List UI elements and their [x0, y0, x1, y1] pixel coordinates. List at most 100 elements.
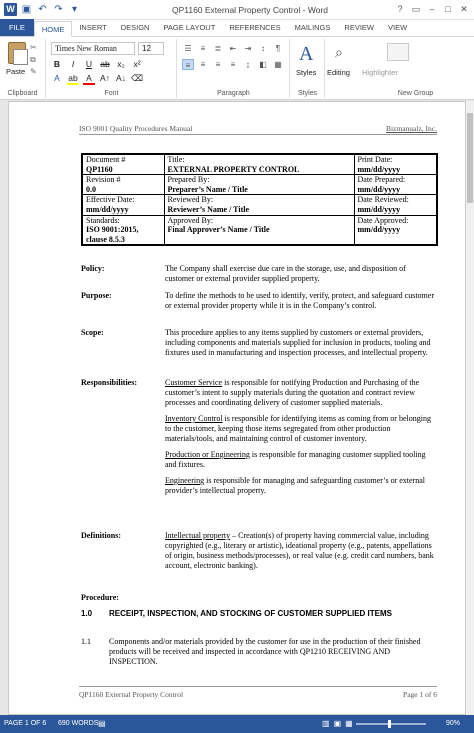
clear-formatting-icon[interactable]: ⌫	[131, 73, 143, 85]
align-center-icon[interactable]: ≡	[197, 59, 209, 70]
sort-icon[interactable]: ↕	[257, 43, 269, 54]
approved-by-value: Final Approver’s Name / Title	[167, 225, 270, 235]
tab-view[interactable]: VIEW	[381, 20, 414, 36]
approved-by-label: Approved By:	[167, 215, 214, 225]
vertical-scrollbar[interactable]	[466, 101, 474, 715]
responsibility-customer-service: Customer Service is responsible for noti…	[165, 378, 420, 407]
strikethrough-icon[interactable]: ab	[99, 59, 111, 69]
tab-home[interactable]: HOME	[33, 21, 73, 37]
footer-left: QP1160 External Property Control	[79, 690, 184, 699]
prepared-by-value: Preparer’s Name / Title	[167, 184, 248, 194]
shrink-font-icon[interactable]: A↓	[115, 73, 127, 85]
tab-design[interactable]: DESIGN	[114, 20, 157, 36]
styles-button[interactable]: Styles	[296, 68, 316, 77]
redo-icon[interactable]: ↷	[52, 3, 65, 16]
policy-label: Policy:	[81, 264, 105, 273]
web-layout-icon[interactable]: ▦	[345, 719, 353, 728]
scrollbar-thumb[interactable]	[467, 113, 473, 203]
word-count[interactable]: 690 WORDS	[58, 720, 98, 727]
bold-icon[interactable]: B	[51, 59, 63, 69]
procedure-label: Procedure:	[81, 593, 119, 602]
quick-access-toolbar: W ▣ ↶ ↷ ▾	[4, 3, 81, 16]
align-left-icon[interactable]: ≡	[182, 59, 194, 70]
font-color-icon[interactable]: A	[83, 73, 95, 85]
footer-right: Page 1 of 6	[403, 690, 437, 699]
paste-icon[interactable]	[8, 42, 28, 65]
title-label: Title:	[167, 155, 185, 164]
grow-font-icon[interactable]: A↑	[99, 73, 111, 85]
header-left: ISO 9001 Quality Procedures Manual	[79, 124, 193, 133]
customize-qat-icon[interactable]: ▾	[68, 3, 81, 16]
print-layout-icon[interactable]: ▣	[334, 719, 342, 728]
scope-label: Scope:	[81, 328, 104, 337]
header-rule	[79, 134, 437, 135]
zoom-slider[interactable]	[356, 723, 426, 725]
status-bar: PAGE 1 OF 6 690 WORDS ▤ ▥ ▣ ▦ 90%	[0, 715, 474, 733]
window-title: QP1160 External Property Control - Word	[171, 5, 329, 15]
ribbon-display-icon[interactable]: ▭	[408, 2, 424, 17]
cut-icon[interactable]: ✂	[30, 43, 37, 52]
increase-indent-icon[interactable]: ⇥	[242, 43, 254, 54]
zoom-slider-knob[interactable]	[388, 720, 391, 728]
maximize-icon[interactable]: □	[440, 2, 456, 17]
styles-group-label: Styles	[297, 90, 318, 97]
highlighter-icon[interactable]	[387, 43, 409, 61]
doc-number-label: Document #	[86, 155, 126, 164]
multilevel-list-icon[interactable]: ≣	[212, 43, 224, 54]
editing-button[interactable]: Editing	[327, 68, 350, 77]
font-size-select[interactable]: 12	[138, 42, 164, 55]
font-name-select[interactable]: Times New Roman	[51, 42, 135, 55]
tab-mailings[interactable]: MAILINGS	[288, 20, 338, 36]
bullets-icon[interactable]: ☰	[182, 43, 194, 54]
borders-icon[interactable]: ▦	[272, 59, 284, 70]
tab-insert[interactable]: INSERT	[72, 20, 113, 36]
zoom-level[interactable]: 90%	[446, 720, 460, 727]
subscript-icon[interactable]: x₂	[115, 59, 127, 69]
line-spacing-icon[interactable]: ↨	[242, 59, 254, 70]
step-1-1-text: Components and/or materials provided by …	[109, 637, 421, 666]
date-prepared-label: Date Prepared:	[357, 175, 406, 185]
proofing-icon[interactable]: ▤	[98, 719, 106, 728]
italic-icon[interactable]: I	[67, 59, 79, 69]
new-group: Highlighter New Group	[357, 39, 474, 98]
superscript-icon[interactable]: x²	[131, 59, 143, 69]
paste-button[interactable]: Paste	[6, 67, 25, 76]
align-right-icon[interactable]: ≡	[212, 59, 224, 70]
save-icon[interactable]: ▣	[20, 3, 33, 16]
tab-page-layout[interactable]: PAGE LAYOUT	[156, 20, 222, 36]
justify-icon[interactable]: ≡	[227, 59, 239, 70]
editing-group: ⌕ Editing	[326, 39, 356, 98]
styles-icon[interactable]: A	[299, 43, 313, 66]
read-mode-icon[interactable]: ▥	[322, 719, 330, 728]
tab-file[interactable]: FILE	[0, 19, 34, 36]
find-icon[interactable]: ⌕	[335, 44, 343, 61]
close-icon[interactable]: ✕	[456, 2, 472, 17]
help-icon[interactable]: ?	[392, 2, 408, 17]
document-page[interactable]: ISO 9001 Quality Procedures Manual Bizma…	[8, 101, 466, 715]
undo-icon[interactable]: ↶	[36, 3, 49, 16]
responsibility-engineering: Engineering is responsible for managing …	[165, 476, 426, 495]
page-count[interactable]: PAGE 1 OF 6	[4, 720, 46, 727]
shading-icon[interactable]: ◧	[257, 59, 269, 70]
highlight-color-icon[interactable]: ab	[67, 73, 79, 85]
text-effects-icon[interactable]: A	[51, 73, 63, 85]
standards-value: ISO 9001:2015, clause 8.5.3	[86, 225, 139, 244]
clipboard-group: Paste ✂ ⧉ ✎ Clipboard	[0, 39, 46, 98]
copy-icon[interactable]: ⧉	[30, 55, 37, 64]
document-control-table: Document # QP1160 Title: EXTERNAL PROPERTY…	[81, 153, 438, 247]
step-1-number: 1.0	[81, 609, 93, 618]
date-approved-value: mm/dd/yyyy	[357, 225, 401, 235]
purpose-label: Purpose:	[81, 291, 112, 300]
minimize-icon[interactable]: –	[424, 2, 440, 17]
tab-references[interactable]: REFERENCES	[222, 20, 287, 36]
highlighter-button[interactable]: Highlighter	[362, 68, 398, 77]
decrease-indent-icon[interactable]: ⇤	[227, 43, 239, 54]
font-group: Times New Roman 12 B I U ab x₂ x² A ab A…	[47, 39, 177, 98]
underline-icon[interactable]: U	[83, 59, 95, 69]
scope-text: This procedure applies to any items supp…	[165, 328, 431, 357]
show-marks-icon[interactable]: ¶	[272, 43, 284, 54]
definition-text: Intellectual property – Creation(s) of p…	[165, 531, 434, 570]
numbering-icon[interactable]: ≡	[197, 43, 209, 54]
tab-review[interactable]: REVIEW	[337, 20, 381, 36]
format-painter-icon[interactable]: ✎	[30, 67, 37, 76]
